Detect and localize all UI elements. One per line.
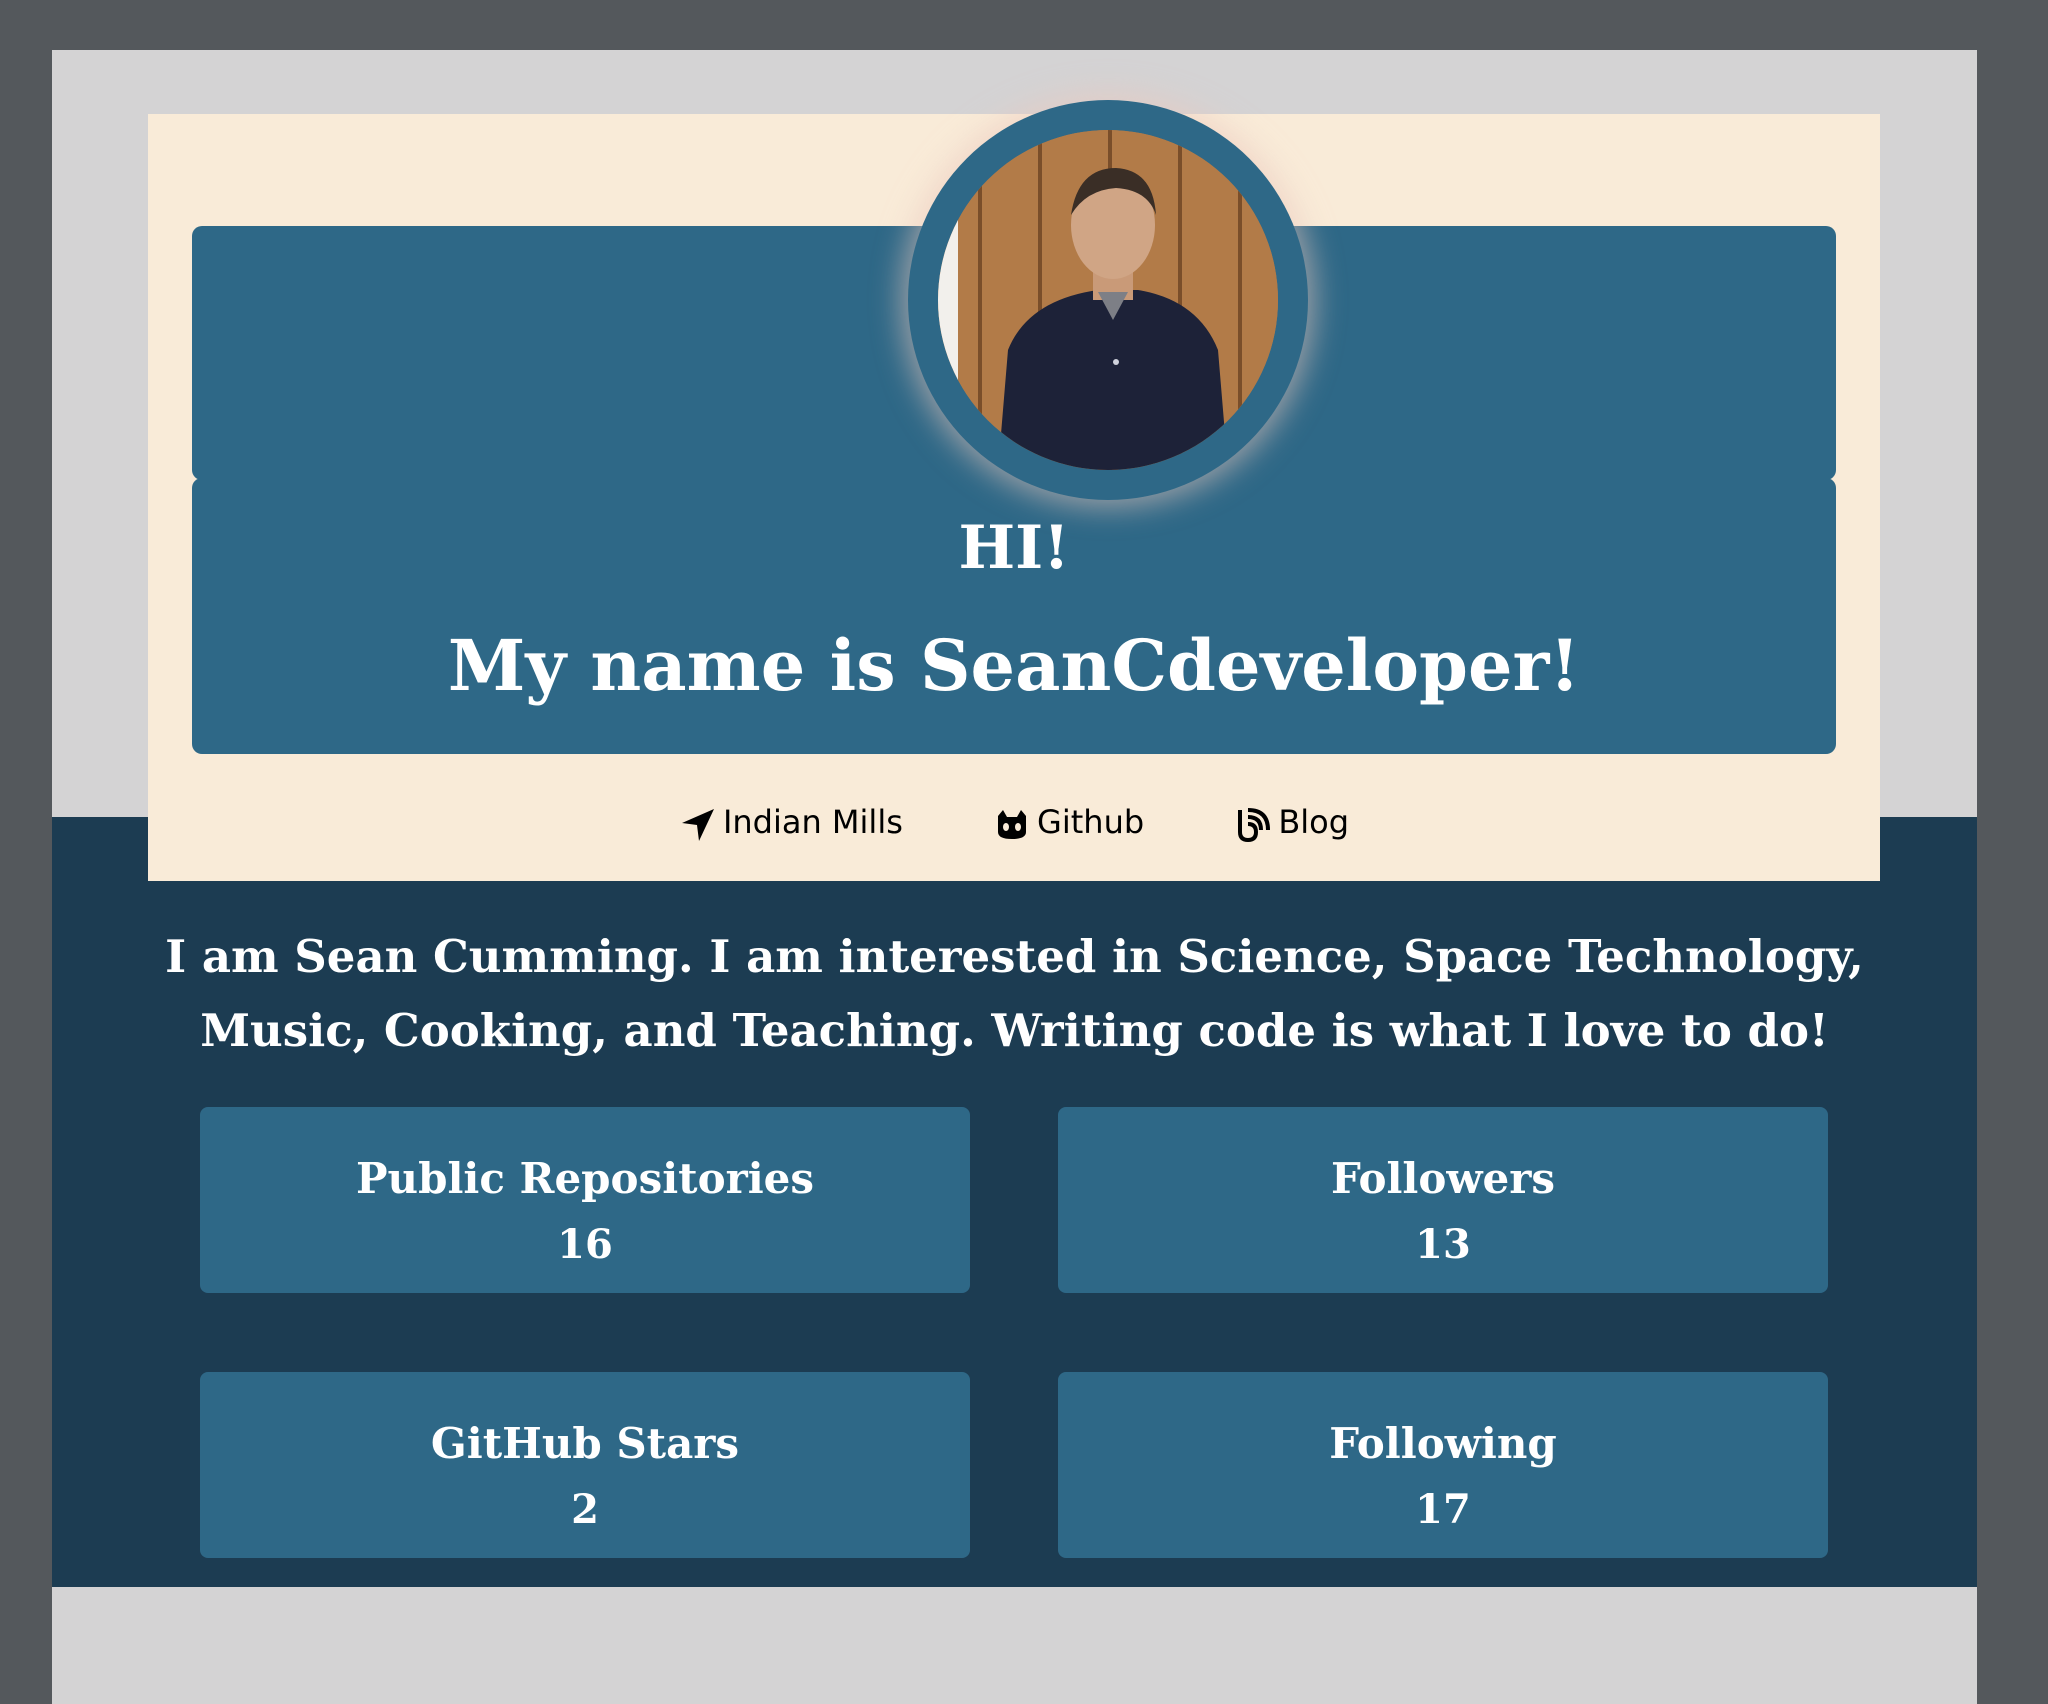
name-heading: My name is SeanCdeveloper! [447, 624, 1581, 707]
stat-followers: Followers 13 [1058, 1107, 1828, 1293]
bio-text: I am Sean Cumming. I am interested in Sc… [52, 920, 1977, 1068]
profile-page: HI! My name is SeanCdeveloper! Indian Mi… [52, 50, 1977, 1704]
name-banner: HI! My name is SeanCdeveloper! [192, 478, 1836, 754]
bio-paragraph: I am Sean Cumming. I am interested in Sc… [165, 930, 1864, 1057]
avatar-photo [938, 130, 1278, 470]
stat-label: Public Repositories [355, 1154, 815, 1203]
stat-value: 2 [571, 1486, 599, 1533]
stat-label: Followers [1330, 1154, 1556, 1203]
stat-public-repositories: Public Repositories 16 [200, 1107, 970, 1293]
blog-link[interactable]: Blog [1234, 792, 1349, 852]
stat-value: 16 [557, 1221, 613, 1268]
location-arrow-icon [679, 803, 717, 841]
stat-label: GitHub Stars [430, 1419, 740, 1468]
avatar [908, 100, 1308, 500]
location-link[interactable]: Indian Mills [679, 792, 903, 852]
github-link[interactable]: Github [993, 792, 1144, 852]
profile-links: Indian Mills Github Blog [148, 792, 1880, 852]
github-icon [993, 803, 1031, 841]
stat-github-stars: GitHub Stars 2 [200, 1372, 970, 1558]
profile-card: HI! My name is SeanCdeveloper! Indian Mi… [148, 100, 1880, 881]
stat-following: Following 17 [1058, 1372, 1828, 1558]
location-label: Indian Mills [722, 803, 903, 841]
greeting-heading: HI! [958, 513, 1070, 583]
github-label: Github [1037, 803, 1145, 841]
stat-label: Following [1329, 1419, 1557, 1468]
blog-label: Blog [1278, 803, 1350, 841]
stat-value: 13 [1415, 1221, 1471, 1268]
stat-value: 17 [1415, 1486, 1471, 1533]
rss-icon [1234, 803, 1272, 843]
